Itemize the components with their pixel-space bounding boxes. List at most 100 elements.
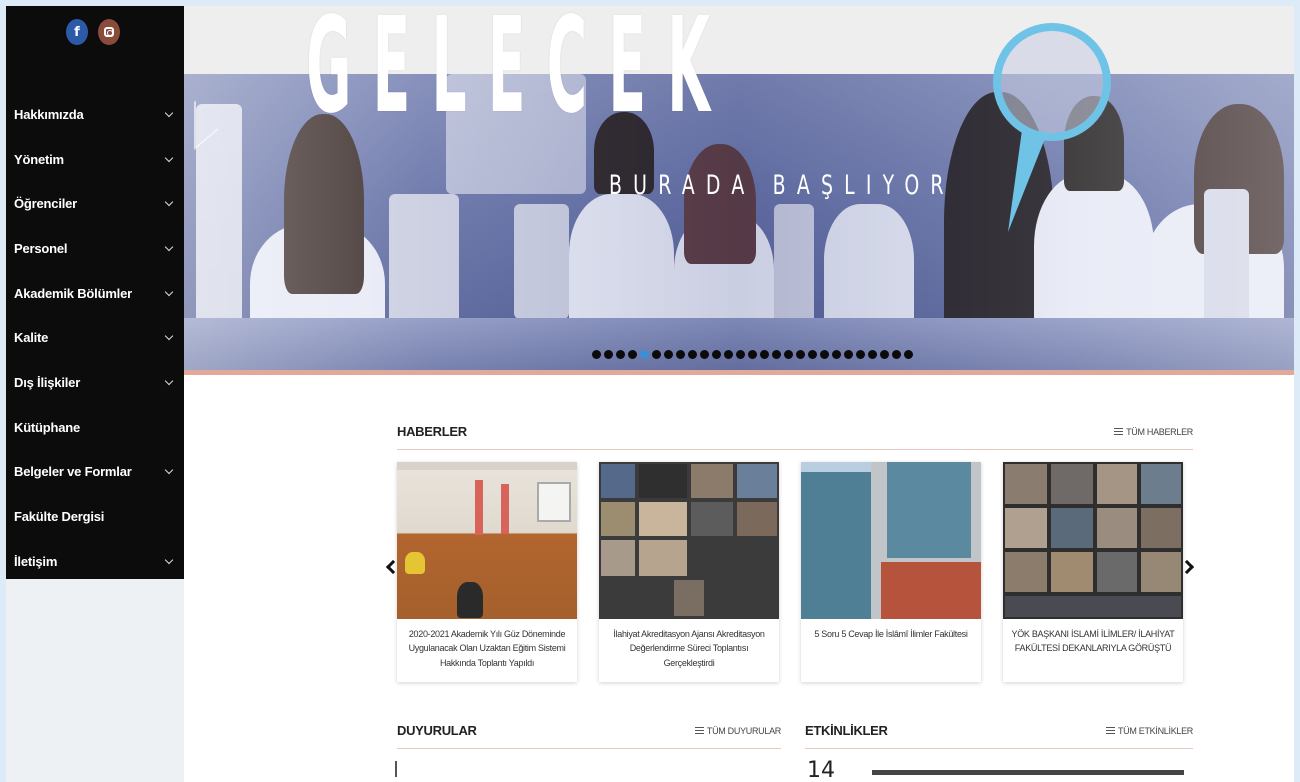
sidebar-item-akademik-bolumler[interactable]: Akademik Bölümler bbox=[6, 271, 184, 316]
chevron-down-icon bbox=[164, 197, 174, 207]
sidebar-item-label: Personel bbox=[14, 240, 68, 256]
event-day: 14 bbox=[807, 758, 835, 782]
sidebar-item-kutuphane[interactable]: Kütüphane bbox=[6, 405, 184, 450]
event-bar bbox=[872, 770, 1184, 775]
slide-dot[interactable] bbox=[868, 350, 877, 359]
list-icon bbox=[694, 727, 704, 734]
slide-dot[interactable] bbox=[604, 350, 613, 359]
news-title: HABERLER bbox=[397, 424, 467, 439]
video-tile bbox=[1005, 508, 1047, 548]
chevron-down-icon bbox=[164, 555, 174, 564]
video-tile bbox=[1051, 552, 1093, 592]
hero-pagination bbox=[592, 350, 913, 359]
chevron-down-icon bbox=[164, 332, 174, 341]
all-announcements-link[interactable]: TÜM DUYURULAR bbox=[694, 726, 781, 736]
news-card[interactable]: YÖK BAŞKANI İSLAMİ İLİMLER/ İLAHİYAT FAK… bbox=[1003, 462, 1183, 682]
sidebar-item-label: Fakülte Dergisi bbox=[14, 509, 105, 525]
slide-dot[interactable] bbox=[652, 350, 661, 359]
sidebar-item-iletisim[interactable]: İletişim bbox=[6, 539, 184, 584]
sidebar-item-ogrenciler[interactable]: Öğrenciler bbox=[6, 181, 184, 226]
facebook-icon[interactable]: f bbox=[66, 19, 88, 45]
chevron-down-icon bbox=[164, 153, 174, 162]
slide-dot[interactable] bbox=[880, 350, 889, 359]
sidebar-item-label: Yönetim bbox=[14, 151, 64, 167]
slide-dot[interactable] bbox=[616, 350, 625, 359]
news-carousel: 2020-2021 Akademik Yılı Güz Döneminde Uy… bbox=[397, 462, 1183, 682]
slide-dot[interactable] bbox=[832, 350, 841, 359]
sidebar-item-label: İletişim bbox=[14, 553, 58, 569]
announcements-title: DUYURULAR bbox=[397, 723, 477, 738]
all-events-link[interactable]: TÜM ETKİNLİKLER bbox=[1105, 726, 1193, 736]
slide-dot[interactable] bbox=[772, 350, 781, 359]
news-card[interactable]: 5 Soru 5 Cevap İle İslâmî İlimler Fakült… bbox=[801, 462, 981, 682]
video-tile bbox=[1005, 552, 1047, 592]
slide-dot[interactable] bbox=[820, 350, 829, 359]
sidebar-item-personel[interactable]: Personel bbox=[6, 226, 184, 271]
chevron-down-icon bbox=[164, 287, 174, 296]
video-tile bbox=[691, 502, 733, 536]
slide-dot[interactable] bbox=[676, 350, 685, 359]
slide-dot[interactable] bbox=[808, 350, 817, 359]
news-card[interactable]: İlahiyat Akreditasyon Ajansı Akreditasyo… bbox=[599, 462, 779, 682]
video-tile bbox=[1097, 552, 1137, 592]
slide-dot[interactable] bbox=[784, 350, 793, 359]
slide-dot[interactable] bbox=[796, 350, 805, 359]
video-tile bbox=[1005, 464, 1047, 504]
sidebar-item-label: Hakkımızda bbox=[14, 106, 84, 122]
video-tile bbox=[1141, 464, 1181, 504]
chevron-down-icon bbox=[164, 242, 174, 252]
slide-dot[interactable] bbox=[592, 350, 601, 359]
video-tile bbox=[1141, 508, 1181, 548]
instagram-icon[interactable] bbox=[98, 19, 120, 45]
slide-dot[interactable] bbox=[892, 350, 901, 359]
ceiling-shape bbox=[397, 462, 577, 470]
slide-dot[interactable] bbox=[664, 350, 673, 359]
slide-dot[interactable] bbox=[640, 350, 649, 359]
video-tile bbox=[601, 502, 635, 536]
slide-dot[interactable] bbox=[700, 350, 709, 359]
social-links: f bbox=[66, 19, 120, 45]
sidebar-item-dis-iliskiler[interactable]: Dış İlişkiler bbox=[6, 360, 184, 405]
events-header: ETKİNLİKLER TÜM ETKİNLİKLER bbox=[805, 713, 1193, 749]
news-card[interactable]: 2020-2021 Akademik Yılı Güz Döneminde Uy… bbox=[397, 462, 577, 682]
all-news-label: TÜM HABERLER bbox=[1126, 426, 1193, 437]
video-tile bbox=[1051, 508, 1093, 548]
slide-dot[interactable] bbox=[856, 350, 865, 359]
news-caption: İlahiyat Akreditasyon Ajansı Akreditasyo… bbox=[613, 629, 765, 668]
video-tile bbox=[1097, 464, 1137, 504]
slide-dot[interactable] bbox=[712, 350, 721, 359]
glass-facade bbox=[887, 462, 971, 558]
news-caption: YÖK BAŞKANI İSLAMİ İLİMLER/ İLAHİYAT FAK… bbox=[1011, 629, 1175, 654]
all-news-link[interactable]: TÜM HABERLER bbox=[1114, 427, 1193, 437]
slide-dot[interactable] bbox=[760, 350, 769, 359]
sidebar-item-belgeler-ve-formlar[interactable]: Belgeler ve Formlar bbox=[6, 450, 184, 495]
slide-dot[interactable] bbox=[688, 350, 697, 359]
sidebar-item-label: Öğrenciler bbox=[14, 196, 78, 212]
slide-dot[interactable] bbox=[724, 350, 733, 359]
slide-dot[interactable] bbox=[628, 350, 637, 359]
sidebar-item-hakkimizda[interactable]: Hakkımızda bbox=[6, 92, 184, 137]
video-tile bbox=[1097, 508, 1137, 548]
slide-dot[interactable] bbox=[904, 350, 913, 359]
events-title: ETKİNLİKLER bbox=[805, 723, 888, 738]
pillar-shape bbox=[501, 484, 509, 534]
slide-dot[interactable] bbox=[736, 350, 745, 359]
window-shape bbox=[537, 482, 571, 522]
sidebar-item-label: Belgeler ve Formlar bbox=[14, 464, 132, 480]
sidebar-item-fakulte-dergisi[interactable]: Fakülte Dergisi bbox=[6, 494, 184, 539]
chevron-down-icon bbox=[164, 376, 174, 386]
news-image bbox=[397, 462, 577, 619]
video-tile bbox=[639, 502, 687, 536]
slide-dot[interactable] bbox=[748, 350, 757, 359]
news-image bbox=[599, 462, 779, 619]
sidebar-menu: Hakkımızda Yönetim Öğrenciler Personel A… bbox=[6, 92, 184, 584]
list-icon bbox=[1105, 727, 1115, 734]
news-header: HABERLER TÜM HABERLER bbox=[397, 414, 1193, 450]
video-tile bbox=[1051, 464, 1093, 504]
news-image bbox=[1003, 462, 1183, 619]
video-tile bbox=[691, 464, 733, 498]
hero-headline: GELECEK bbox=[306, 6, 732, 143]
slide-dot[interactable] bbox=[844, 350, 853, 359]
sidebar-item-kalite[interactable]: Kalite bbox=[6, 315, 184, 360]
sidebar-item-yonetim[interactable]: Yönetim bbox=[6, 137, 184, 182]
